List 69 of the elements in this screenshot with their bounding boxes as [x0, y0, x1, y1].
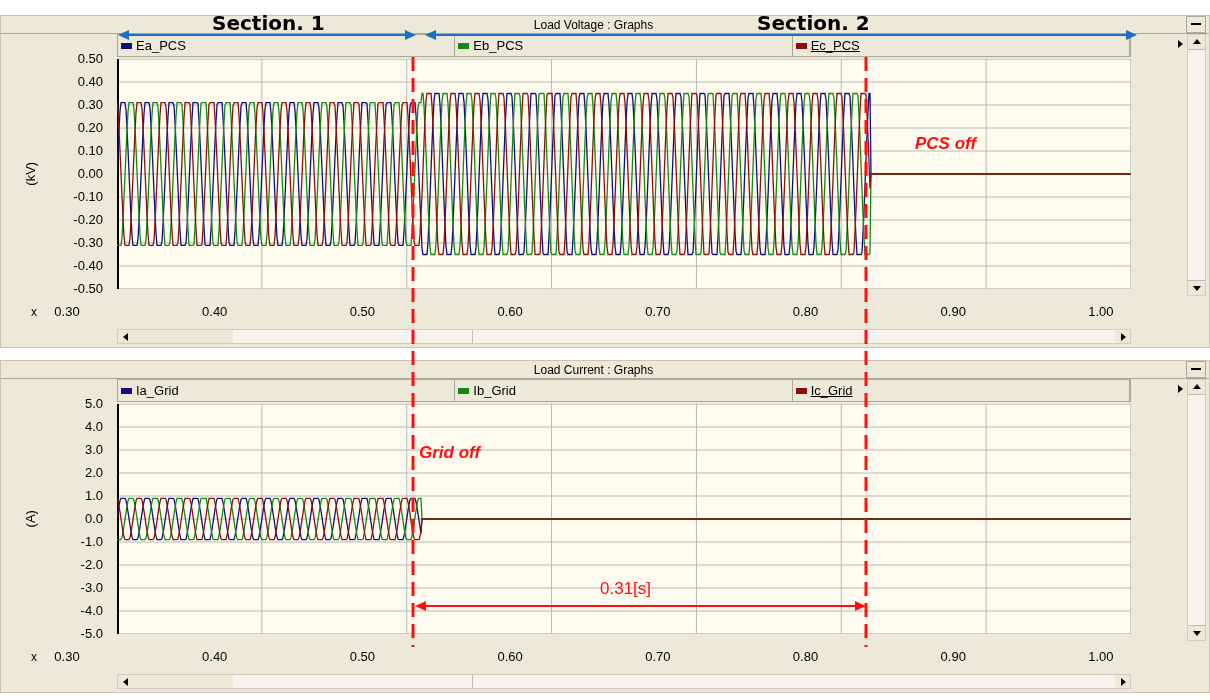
legend-label[interactable]: Ia_Grid [136, 382, 179, 399]
graph-title: Load Voltage : Graphs [533, 16, 654, 34]
x-axis-label: x [31, 304, 37, 321]
interval-label: 0.31[s] [600, 578, 652, 600]
x-tick-label: 1.00 [1087, 303, 1115, 322]
minimize-icon [1191, 368, 1201, 371]
minimize-icon [1191, 23, 1201, 26]
x-tick-label: 0.90 [939, 648, 967, 667]
y-tick-label: 0.00 [77, 167, 103, 181]
x-tick-label: 0.70 [644, 303, 672, 322]
scroll-up-icon [1191, 382, 1202, 392]
y-tick-label: -4.0 [80, 604, 103, 618]
legend-label[interactable]: Ic_Grid [810, 382, 853, 399]
y-tick-label: -0.50 [73, 282, 103, 296]
y-axis-label: (kV) [22, 162, 40, 186]
y-tick-label: 0.20 [77, 121, 103, 135]
minimize-button[interactable] [1186, 16, 1206, 33]
legend-label[interactable]: Ib_Grid [473, 382, 516, 399]
x-tick-label: 0.40 [201, 648, 229, 667]
legend-label[interactable]: Eb_PCS [473, 37, 524, 54]
section-label: Section. 2 [757, 10, 870, 36]
annotation-text: Grid off [419, 442, 481, 464]
y-tick-label: -0.40 [73, 259, 103, 273]
scroll-up-icon [1191, 37, 1202, 47]
horizontal-scrollbar[interactable] [117, 329, 1131, 344]
legend-label[interactable]: Ec_PCS [810, 37, 860, 54]
y-tick-label: 3.0 [84, 443, 103, 457]
expand-icon [1175, 384, 1185, 394]
y-tick-label: -0.30 [73, 236, 103, 250]
annotation-text: PCS off [915, 133, 977, 155]
y-tick-label: 0.40 [77, 75, 103, 89]
y-tick-label: 0.0 [84, 512, 103, 526]
y-tick-label: -3.0 [80, 581, 103, 595]
x-axis-label: x [31, 649, 37, 666]
x-tick-label: 0.30 [53, 303, 81, 322]
y-tick-label: 2.0 [84, 466, 103, 480]
x-tick-label: 0.70 [644, 648, 672, 667]
y-tick-label: -5.0 [80, 627, 103, 641]
scroll-down-icon [1191, 283, 1202, 293]
y-tick-label: 4.0 [84, 420, 103, 434]
x-tick-label: 0.80 [791, 648, 820, 667]
x-tick-label: 1.00 [1087, 648, 1115, 667]
vertical-scrollbar[interactable] [1187, 379, 1206, 641]
expand-icon [1175, 39, 1185, 49]
y-tick-label: -0.10 [73, 190, 103, 204]
y-tick-label: -2.0 [80, 558, 103, 572]
y-tick-label: 5.0 [84, 397, 103, 411]
horizontal-scrollbar[interactable] [117, 674, 1131, 689]
x-tick-label: 0.30 [53, 648, 81, 667]
vertical-scrollbar[interactable] [1187, 34, 1206, 296]
y-tick-label: 0.10 [77, 144, 103, 158]
y-tick-label: 0.50 [77, 52, 103, 66]
y-tick-label: 0.30 [77, 98, 103, 112]
minimize-button[interactable] [1186, 361, 1206, 378]
x-tick-label: 0.90 [939, 303, 967, 322]
x-tick-label: 0.50 [348, 648, 377, 667]
y-tick-label: -0.20 [73, 213, 103, 227]
x-tick-label: 0.40 [201, 303, 229, 322]
y-tick-label: -1.0 [80, 535, 103, 549]
x-tick-label: 0.80 [791, 303, 820, 322]
legend-label[interactable]: Ea_PCS [136, 37, 186, 54]
graph-title: Load Current : Graphs [533, 361, 654, 379]
x-tick-label: 0.50 [348, 303, 377, 322]
section-label: Section. 1 [212, 10, 325, 36]
scroll-down-icon [1191, 628, 1202, 638]
y-axis-label: (A) [22, 510, 40, 528]
y-tick-label: 1.0 [84, 489, 103, 503]
x-tick-label: 0.60 [496, 648, 524, 667]
x-tick-label: 0.60 [496, 303, 524, 322]
